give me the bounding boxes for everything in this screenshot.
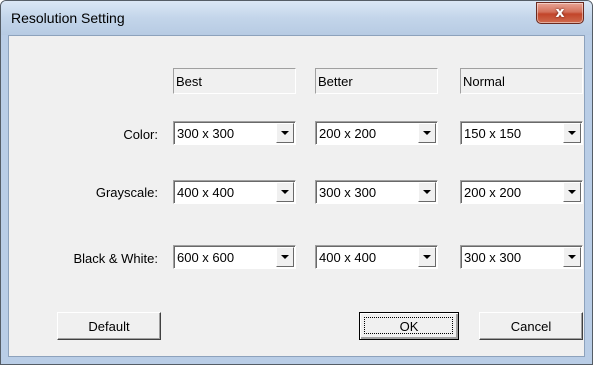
title-bar: Resolution Setting x <box>1 1 592 35</box>
resolution-setting-dialog: Resolution Setting x Best Better Normal … <box>0 0 593 365</box>
row-label-grayscale: Grayscale: <box>95 185 158 200</box>
column-header-best: Best <box>173 68 296 94</box>
ok-button-label: OK <box>399 318 419 334</box>
bw-normal-dropdown[interactable]: 300 x 300 <box>460 245 583 269</box>
grayscale-normal-dropdown[interactable]: 200 x 200 <box>460 180 583 204</box>
chevron-down-icon[interactable] <box>276 182 294 202</box>
color-normal-dropdown[interactable]: 150 x 150 <box>460 121 583 145</box>
dropdown-value: 600 x 600 <box>177 250 235 265</box>
dropdown-value: 400 x 400 <box>177 185 235 200</box>
bw-better-dropdown[interactable]: 400 x 400 <box>315 245 438 269</box>
window-title: Resolution Setting <box>11 10 125 26</box>
row-label-color: Color: <box>123 127 158 142</box>
chevron-down-icon[interactable] <box>276 247 294 267</box>
close-icon: x <box>555 5 565 21</box>
dropdown-value: 200 x 200 <box>464 185 522 200</box>
row-label-black-white: Black & White: <box>73 251 158 266</box>
chevron-down-icon[interactable] <box>418 123 436 143</box>
close-button[interactable]: x <box>536 2 584 24</box>
grayscale-better-dropdown[interactable]: 300 x 300 <box>315 180 438 204</box>
ok-button[interactable]: OK <box>359 312 459 340</box>
column-header-better: Better <box>315 68 438 94</box>
dropdown-value: 150 x 150 <box>464 126 522 141</box>
dropdown-value: 300 x 300 <box>177 126 235 141</box>
column-header-normal: Normal <box>460 68 583 94</box>
chevron-down-icon[interactable] <box>276 123 294 143</box>
dropdown-value: 300 x 300 <box>464 250 522 265</box>
color-best-dropdown[interactable]: 300 x 300 <box>173 121 296 145</box>
color-better-dropdown[interactable]: 200 x 200 <box>315 121 438 145</box>
default-button[interactable]: Default <box>57 312 161 340</box>
default-button-label: Default <box>88 318 130 334</box>
chevron-down-icon[interactable] <box>563 182 581 202</box>
chevron-down-icon[interactable] <box>563 123 581 143</box>
chevron-down-icon[interactable] <box>418 182 436 202</box>
bw-best-dropdown[interactable]: 600 x 600 <box>173 245 296 269</box>
dialog-client-area: Best Better Normal Color: 300 x 300 200 … <box>8 35 585 357</box>
cancel-button-label: Cancel <box>510 318 552 334</box>
dropdown-value: 300 x 300 <box>319 185 377 200</box>
dropdown-value: 400 x 400 <box>319 250 377 265</box>
dropdown-value: 200 x 200 <box>319 126 377 141</box>
chevron-down-icon[interactable] <box>418 247 436 267</box>
chevron-down-icon[interactable] <box>563 247 581 267</box>
grayscale-best-dropdown[interactable]: 400 x 400 <box>173 180 296 204</box>
cancel-button[interactable]: Cancel <box>479 312 583 340</box>
